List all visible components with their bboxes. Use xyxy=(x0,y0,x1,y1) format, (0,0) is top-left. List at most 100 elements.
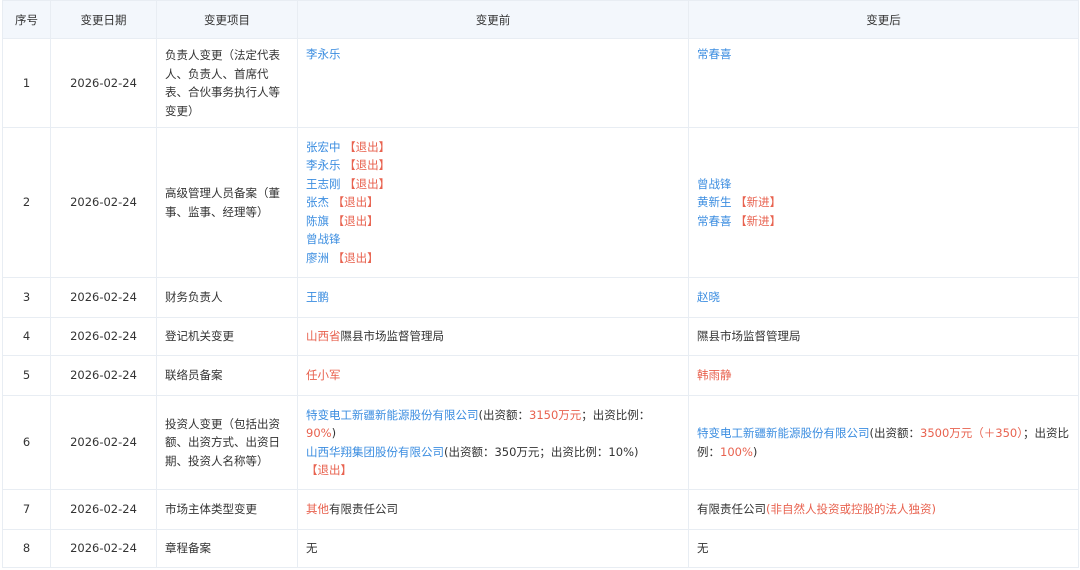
value-before: 王鹏 xyxy=(297,277,689,318)
entity-link[interactable]: 王鹏 xyxy=(306,290,329,304)
value-before: 特变电工新疆新能源股份有限公司(出资额：3150万元；出资比例： 90%) 山西华翔… xyxy=(297,395,689,490)
table-row: 1 2026-02-24 负责人变更（法定代表人、负责人、首席代表、合伙事务执行人等… xyxy=(2,38,1079,128)
highlight-text: 【退出】 xyxy=(329,213,379,228)
value-text: ；出资比例： xyxy=(581,407,651,422)
header-before: 变更前 xyxy=(297,0,689,39)
entity-link[interactable]: 李永乐 xyxy=(306,47,341,61)
table-row: 5 2026-02-24 联络员备案 任小军 韩雨静 xyxy=(2,355,1079,396)
value-text: 隰县市场监督管理局 xyxy=(697,329,801,344)
value-line: 【退出】 xyxy=(306,461,680,480)
entity-link[interactable]: 曾战锋 xyxy=(306,232,341,246)
value-line: 常春喜 【新进】 xyxy=(697,212,1070,231)
row-number: 7 xyxy=(2,489,51,530)
table-row: 4 2026-02-24 登记机关变更 山西省隰县市场监督管理局 隰县市场监督管理局 xyxy=(2,317,1079,356)
highlight-text: 100% xyxy=(720,444,753,459)
highlight-text: 【新进】 xyxy=(731,195,782,210)
entity-link[interactable]: 张宏中 xyxy=(306,140,341,154)
change-item: 负责人变更（法定代表人、负责人、首席代表、合伙事务执行人等变更） xyxy=(156,38,298,128)
value-before: 其他有限责任公司 xyxy=(297,489,689,530)
value-line: 黄新生 【新进】 xyxy=(697,193,1070,212)
highlight-text: 其他 xyxy=(306,502,329,517)
value-line: 有限责任公司(非自然人投资或控股的法人独资) xyxy=(697,500,1070,519)
row-number: 8 xyxy=(2,529,51,568)
table-row: 3 2026-02-24 财务负责人 王鹏 赵晓 xyxy=(2,277,1079,318)
value-before: 山西省隰县市场监督管理局 xyxy=(297,317,689,356)
value-after: 曾战锋 黄新生 【新进】 常春喜 【新进】 xyxy=(688,127,1079,278)
row-number: 3 xyxy=(2,277,51,318)
value-text: 有限责任公司 xyxy=(697,502,766,517)
highlight-text: (非自然人投资或控股的法人独资) xyxy=(766,502,936,517)
value-text: 有限责任公司 xyxy=(329,502,398,517)
entity-link[interactable]: 王志刚 xyxy=(306,177,341,191)
entity-link[interactable]: 特变电工新疆新能源股份有限公司 xyxy=(306,408,479,422)
entity-link[interactable]: 黄新生 xyxy=(697,195,732,209)
value-line: 常春喜 xyxy=(697,45,1070,64)
highlight-text: 【退出】 xyxy=(340,139,391,154)
header-date: 变更日期 xyxy=(50,0,157,39)
entity-link[interactable]: 山西华翔集团股份有限公司 xyxy=(306,445,444,459)
value-line: 张杰 【退出】 xyxy=(306,193,680,212)
entity-link[interactable]: 曾战锋 xyxy=(697,177,732,191)
value-line: 其他有限责任公司 xyxy=(306,500,680,519)
highlight-text: 【退出】 xyxy=(329,195,379,210)
header-after: 变更后 xyxy=(688,0,1079,39)
change-date: 2026-02-24 xyxy=(50,355,157,396)
change-item: 市场主体类型变更 xyxy=(156,489,298,530)
value-line: 任小军 xyxy=(306,366,680,385)
entity-link[interactable]: 常春喜 xyxy=(697,214,732,228)
entity-link[interactable]: 特变电工新疆新能源股份有限公司 xyxy=(697,426,870,440)
highlight-text: 【退出】 xyxy=(306,463,352,477)
value-line: 山西华翔集团股份有限公司(出资额：350万元；出资比例：10%) xyxy=(306,443,680,462)
highlight-text: 3150万元 xyxy=(529,407,582,422)
row-number: 5 xyxy=(2,355,51,396)
value-after: 特变电工新疆新能源股份有限公司(出资额：3500万元（＋350）；出资比例：10… xyxy=(688,395,1079,490)
header-no: 序号 xyxy=(2,0,51,39)
value-text: 无 xyxy=(697,541,709,556)
change-date: 2026-02-24 xyxy=(50,277,157,318)
highlight-text: 【新进】 xyxy=(731,213,782,228)
highlight-text: 3500万元（＋350） xyxy=(920,426,1023,440)
entity-link[interactable]: 廖洲 xyxy=(306,251,329,265)
value-after: 常春喜 xyxy=(688,38,1079,128)
table-row: 7 2026-02-24 市场主体类型变更 其他有限责任公司 有限责任公司(非自然人投资… xyxy=(2,489,1079,530)
highlight-text: 【退出】 xyxy=(340,158,391,173)
value-line: 廖洲 【退出】 xyxy=(306,249,680,268)
entity-link[interactable]: 赵晓 xyxy=(697,290,720,304)
change-item: 联络员备案 xyxy=(156,355,298,396)
change-date: 2026-02-24 xyxy=(50,489,157,530)
value-after: 赵晓 xyxy=(688,277,1079,318)
value-line: 李永乐 xyxy=(306,45,680,64)
value-line: 无 xyxy=(697,539,1070,558)
entity-link[interactable]: 李永乐 xyxy=(306,158,341,172)
change-item: 高级管理人员备案（董事、监事、经理等） xyxy=(156,127,298,278)
value-line: 张宏中 【退出】 xyxy=(306,138,680,157)
table-row: 6 2026-02-24 投资人变更（包括出资额、出资方式、出资日期、投资人名称等）… xyxy=(2,395,1079,490)
row-number: 1 xyxy=(2,38,51,128)
highlight-text: 【退出】 xyxy=(329,250,379,265)
value-text: (出资额： xyxy=(869,426,921,440)
change-item: 登记机关变更 xyxy=(156,317,298,356)
value-line: 赵晓 xyxy=(697,288,1070,307)
change-record-table: 序号 变更日期 变更项目 变更前 变更后 1 2026-02-24 负责人变更（法定… xyxy=(2,0,1079,568)
value-line: 曾战锋 xyxy=(306,230,680,249)
value-text: ) xyxy=(331,426,337,440)
entity-link[interactable]: 陈旗 xyxy=(306,214,329,228)
change-date: 2026-02-24 xyxy=(50,38,157,128)
highlight-text: 【退出】 xyxy=(340,176,391,191)
value-before: 任小军 xyxy=(297,355,689,396)
value-after: 有限责任公司(非自然人投资或控股的法人独资) xyxy=(688,489,1079,530)
entity-link[interactable]: 张杰 xyxy=(306,195,329,209)
value-before: 张宏中 【退出】 李永乐 【退出】 王志刚 【退出】 张杰 【退出】 陈旗 【退出】 曾战… xyxy=(297,127,689,278)
change-item: 财务负责人 xyxy=(156,277,298,318)
table-header-row: 序号 变更日期 变更项目 变更前 变更后 xyxy=(2,0,1079,39)
value-line: 王鹏 xyxy=(306,288,680,307)
table-row: 8 2026-02-24 章程备案无无 xyxy=(2,529,1079,568)
value-after: 无 xyxy=(688,529,1079,568)
value-line: 李永乐 【退出】 xyxy=(306,156,680,175)
table-row: 2 2026-02-24 高级管理人员备案（董事、监事、经理等） 张宏中 【退出】 李永… xyxy=(2,127,1079,278)
entity-link[interactable]: 常春喜 xyxy=(697,47,732,61)
value-after: 隰县市场监督管理局 xyxy=(688,317,1079,356)
change-item: 章程备案 xyxy=(156,529,298,568)
change-date: 2026-02-24 xyxy=(50,317,157,356)
highlight-text: 90% xyxy=(306,426,332,440)
